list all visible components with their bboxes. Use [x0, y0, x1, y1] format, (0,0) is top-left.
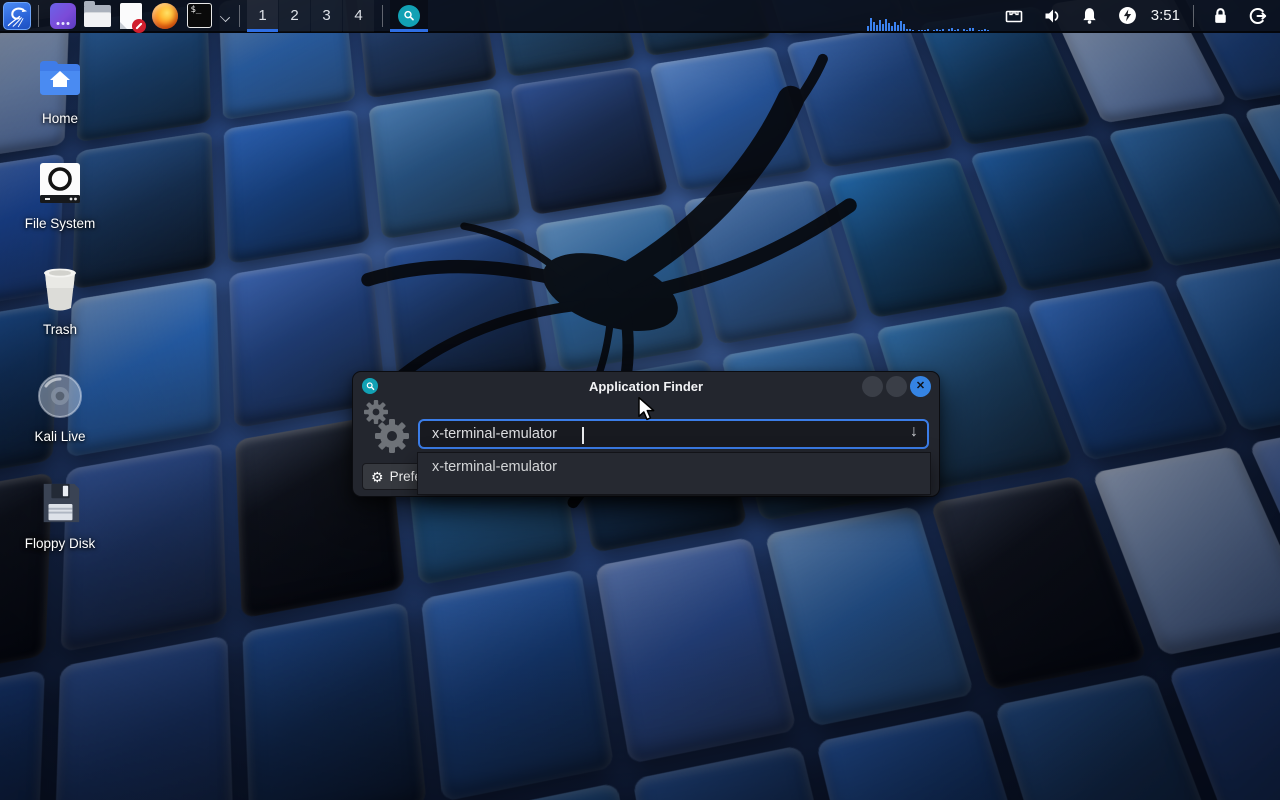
- folder-icon: [84, 5, 111, 27]
- workspace-button-4[interactable]: 4: [343, 0, 374, 32]
- panel-separator: [382, 5, 383, 27]
- mouse-cursor: [637, 397, 657, 421]
- lock-screen-icon[interactable]: [1210, 6, 1230, 26]
- desktop-icon-home[interactable]: Home: [6, 53, 114, 126]
- desktop-icon-label: Floppy Disk: [25, 536, 96, 551]
- disc-icon: [35, 371, 85, 421]
- terminal-launcher[interactable]: $_: [182, 0, 216, 32]
- top-panel: $_ 1 2 3 4: [0, 0, 1280, 33]
- dropdown-item[interactable]: x-terminal-emulator: [418, 453, 930, 475]
- panel-separator: [38, 5, 39, 27]
- window-icon: [50, 3, 76, 29]
- clock[interactable]: 3:51: [1151, 7, 1180, 24]
- window-magnifier-icon: [362, 378, 378, 394]
- workspace-button-3[interactable]: 3: [311, 0, 342, 32]
- search-input[interactable]: x-terminal-emulator ↓: [418, 419, 929, 449]
- home-folder-icon: [35, 53, 85, 103]
- desktop-icon-label: File System: [25, 216, 96, 231]
- magnifier-icon: [398, 5, 420, 27]
- taskbar-application-finder[interactable]: [390, 0, 428, 32]
- desktop-icon-file-system[interactable]: File System: [6, 158, 114, 231]
- volume-icon[interactable]: [1042, 6, 1062, 26]
- firefox-icon: [152, 3, 178, 29]
- desktop-icon-label: Home: [42, 111, 78, 126]
- autocomplete-dropdown: x-terminal-emulator: [417, 452, 931, 495]
- desktop-icon-kali-live[interactable]: Kali Live: [6, 371, 114, 444]
- titlebar[interactable]: Application Finder ✕: [353, 372, 939, 400]
- gears-icon: [359, 396, 417, 460]
- browser-launcher[interactable]: [148, 0, 182, 32]
- whisker-menu-button[interactable]: [3, 2, 31, 30]
- search-input-value: x-terminal-emulator: [432, 426, 557, 442]
- window-title: Application Finder: [353, 379, 939, 394]
- minimize-button[interactable]: [862, 376, 883, 397]
- logout-icon[interactable]: [1248, 6, 1268, 26]
- trash-icon: [35, 264, 85, 314]
- power-manager-icon[interactable]: [1118, 6, 1138, 26]
- dropdown-arrow-icon[interactable]: ↓: [910, 423, 918, 441]
- application-finder-window: Application Finder ✕: [352, 371, 940, 497]
- text-caret: [582, 427, 584, 444]
- file-manager-launcher[interactable]: [80, 0, 114, 32]
- desktop: Home File System: [0, 0, 1280, 800]
- document-edit-icon: [120, 3, 142, 29]
- desktop-icon-label: Trash: [43, 322, 77, 337]
- floppy-disk-icon: [35, 478, 85, 528]
- network-monitor-graph[interactable]: [867, 0, 995, 32]
- notifications-bell-icon[interactable]: [1080, 6, 1100, 26]
- desktop-icon-floppy-disk[interactable]: Floppy Disk: [6, 478, 114, 551]
- panel-separator: [239, 5, 240, 27]
- panel-separator: [1193, 5, 1194, 27]
- app-window-launcher[interactable]: [46, 0, 80, 32]
- maximize-button[interactable]: [886, 376, 907, 397]
- ethernet-icon[interactable]: [1004, 6, 1024, 26]
- gear-icon: ⚙: [371, 470, 384, 484]
- launcher-dropdown-chevron-icon[interactable]: [218, 9, 232, 23]
- workspace-button-1[interactable]: 1: [247, 0, 278, 32]
- kali-logo-icon: [5, 4, 29, 28]
- terminal-icon: $_: [187, 3, 212, 28]
- hard-drive-icon: [35, 158, 85, 208]
- close-button[interactable]: ✕: [910, 376, 931, 397]
- text-editor-launcher[interactable]: [114, 0, 148, 32]
- desktop-icon-label: Kali Live: [34, 429, 85, 444]
- desktop-icon-trash[interactable]: Trash: [6, 264, 114, 337]
- pencil-badge-icon: [132, 19, 146, 33]
- workspace-button-2[interactable]: 2: [279, 0, 310, 32]
